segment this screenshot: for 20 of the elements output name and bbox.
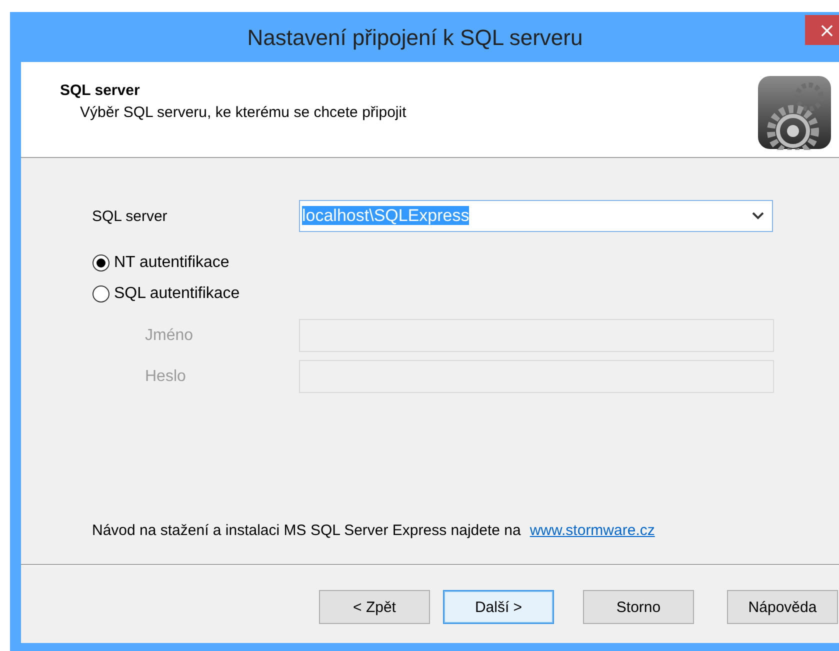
page-title: SQL server: [60, 82, 140, 99]
server-value: localhost\SQLExpress: [302, 206, 470, 225]
wizard-button[interactable]: < Zpět: [319, 590, 430, 624]
wizard-button[interactable]: Další >: [443, 590, 554, 624]
radio-option[interactable]: SQL autentifikace: [92, 285, 839, 303]
gears-icon: [757, 75, 832, 150]
instruction-text: Návod na stažení a instalaci MS SQL Server Express najdete na: [92, 522, 521, 539]
wizard-button[interactable]: Nápověda: [727, 590, 838, 624]
window-title: Nastavení připojení k SQL serveru: [247, 25, 583, 51]
chevron-down-icon: [752, 212, 764, 220]
website-link[interactable]: www.stormware.cz: [530, 522, 655, 539]
field-label: SQL server: [92, 208, 168, 224]
page-subtitle: Výběr SQL serveru, ke kterému se chcete připojit: [80, 104, 406, 121]
radio-option[interactable]: NT autentifikace: [92, 254, 839, 272]
radio-button[interactable]: [92, 285, 110, 303]
field-label: Jméno: [144, 326, 194, 344]
field-label: Heslo: [144, 368, 187, 386]
close-button[interactable]: ×: [805, 15, 839, 45]
radio-button[interactable]: [92, 254, 110, 272]
wizard-button[interactable]: Storno: [583, 590, 694, 624]
